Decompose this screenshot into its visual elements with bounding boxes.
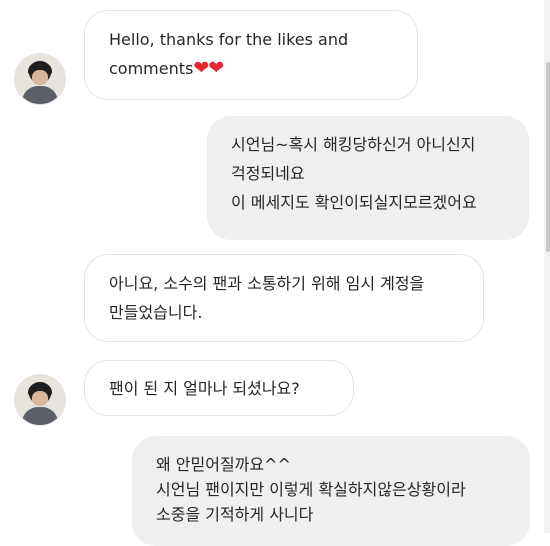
scrollbar[interactable] <box>544 0 550 533</box>
heart-emoji-icon: ❤❤ <box>193 57 224 79</box>
message-text: 팬이 된 지 얼마나 되셨나요? <box>109 379 300 398</box>
message-bubble-incoming[interactable]: Hello, thanks for the likes and comments… <box>84 10 418 100</box>
message-text: comments❤❤ <box>109 57 224 79</box>
message-text: 소중을 기적하게 사니다 <box>156 505 314 524</box>
avatar-body <box>22 407 58 425</box>
scrollbar-thumb[interactable] <box>546 62 550 252</box>
avatar[interactable] <box>14 374 66 426</box>
avatar[interactable] <box>14 53 66 105</box>
message-text: 시언님 팬이지만 이렇게 확실하지않은상황이라 <box>156 480 466 499</box>
message-text: 시언님~혹시 해킹당하신거 아니신지 <box>231 135 476 154</box>
avatar-face <box>32 70 48 85</box>
message-text: 걱정되네요 <box>231 164 305 183</box>
avatar-body <box>22 86 58 104</box>
message-bubble-outgoing[interactable]: 시언님~혹시 해킹당하신거 아니신지 걱정되네요 이 메세지도 확인이되실지모르… <box>207 116 529 240</box>
message-text: 이 메세지도 확인이되실지모르겠어요 <box>231 193 477 212</box>
avatar-face <box>32 391 48 406</box>
message-text: Hello, thanks for the likes and <box>109 30 349 49</box>
message-text: 아니요, 소수의 팬과 소통하기 위해 임시 계정을 <box>109 274 425 293</box>
message-text: 왜 안믿어질까요^^ <box>156 455 291 474</box>
message-text: 만들었습니다. <box>109 303 203 322</box>
message-bubble-outgoing[interactable]: 왜 안믿어질까요^^ 시언님 팬이지만 이렇게 확실하지않은상황이라 소중을 기… <box>132 436 530 546</box>
message-bubble-incoming[interactable]: 아니요, 소수의 팬과 소통하기 위해 임시 계정을 만들었습니다. <box>84 254 484 342</box>
message-bubble-incoming[interactable]: 팬이 된 지 얼마나 되셨나요? <box>84 360 354 416</box>
